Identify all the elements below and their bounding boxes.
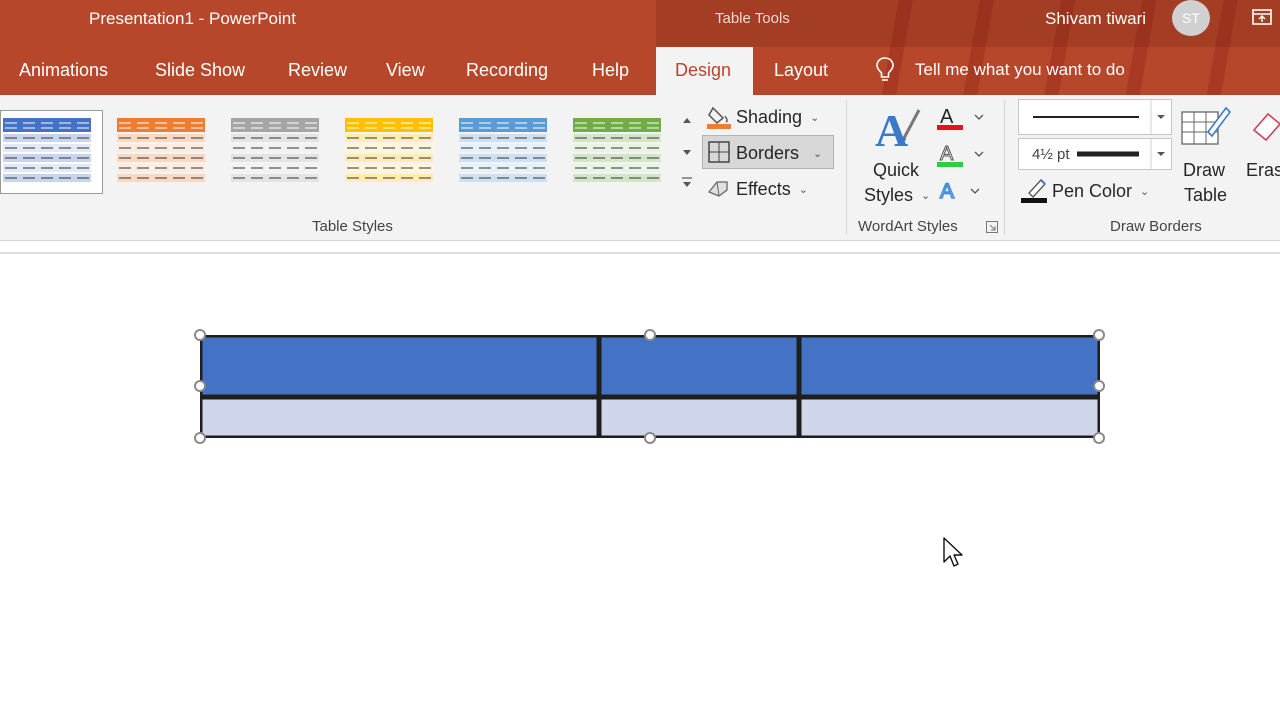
group-divider: [846, 100, 847, 235]
svg-text:A: A: [875, 105, 908, 154]
resize-handle-bottom-left[interactable]: [194, 432, 206, 444]
document-title: Presentation1 - PowerPoint: [89, 9, 296, 28]
tab-view[interactable]: View: [386, 60, 425, 82]
shading-button[interactable]: Shading ⌄: [736, 107, 819, 128]
table-style-gallery[interactable]: [0, 110, 680, 192]
pen-color-icon: [1021, 177, 1049, 203]
chevron-down-icon: ⌄: [798, 184, 808, 196]
chevron-down-icon: ⌄: [921, 190, 931, 202]
draw-table-button-second-line[interactable]: Table: [1184, 185, 1227, 206]
chevron-down-icon: ⌄: [813, 148, 823, 160]
user-name[interactable]: Shivam tiwari: [1045, 9, 1146, 29]
resize-handle-right[interactable]: [1093, 380, 1105, 392]
draw-table-button[interactable]: Draw: [1183, 160, 1225, 181]
draw-borders-group-label: Draw Borders: [1110, 218, 1202, 235]
effects-button[interactable]: Effects ⌄: [736, 179, 808, 200]
quick-styles-button-second-line[interactable]: Styles ⌄: [864, 185, 930, 206]
tell-me-search[interactable]: Tell me what you want to do: [915, 60, 1125, 82]
wordart-styles-group-label: WordArt Styles: [858, 218, 958, 235]
resize-handle-top-left[interactable]: [194, 329, 206, 341]
gallery-scroll[interactable]: [676, 104, 698, 198]
quick-styles-icon: A: [873, 102, 923, 156]
tab-design[interactable]: Design: [675, 60, 731, 82]
pen-color-label: Pen Color: [1052, 181, 1133, 201]
table-style-thumb[interactable]: [3, 118, 91, 182]
group-divider: [1004, 100, 1005, 235]
pen-color-button[interactable]: Pen Color ⌄: [1052, 181, 1149, 202]
mouse-cursor-icon: [943, 537, 965, 569]
chevron-down-icon: ⌄: [1140, 186, 1150, 198]
avatar[interactable]: ST: [1172, 0, 1210, 36]
shading-label: Shading: [736, 107, 803, 127]
resize-handle-top[interactable]: [644, 329, 656, 341]
dialog-launcher-icon[interactable]: [986, 220, 998, 233]
borders-button[interactable]: Borders ⌄: [736, 143, 822, 164]
quick-styles-button[interactable]: Quick: [873, 160, 919, 181]
effects-label: Effects: [736, 179, 791, 199]
slide-table[interactable]: [199, 334, 1101, 439]
table-style-thumb[interactable]: [345, 118, 433, 182]
effects-icon: [707, 178, 731, 200]
ribbon-display-icon[interactable]: [1252, 8, 1272, 26]
pen-weight-dropdown[interactable]: 4½ pt: [1018, 138, 1172, 170]
draw-table-icon: [1180, 102, 1232, 148]
tab-layout[interactable]: Layout: [774, 60, 828, 82]
table-style-thumb[interactable]: [231, 118, 319, 182]
svg-text:A: A: [940, 180, 954, 203]
resize-handle-bottom[interactable]: [644, 432, 656, 444]
borders-label: Borders: [736, 143, 800, 163]
svg-text:A: A: [940, 143, 954, 165]
lightbulb-icon: [875, 56, 895, 84]
shading-icon: [707, 104, 731, 130]
eraser-icon: [1250, 110, 1280, 146]
text-effects-button[interactable]: A: [937, 178, 989, 204]
tab-slide-show[interactable]: Slide Show: [155, 60, 245, 82]
table-style-thumb[interactable]: [117, 118, 205, 182]
table-style-thumb[interactable]: [573, 118, 661, 182]
context-title: Table Tools: [715, 10, 790, 27]
pen-style-dropdown[interactable]: [1018, 99, 1172, 135]
table-style-thumb[interactable]: [459, 118, 547, 182]
resize-handle-top-right[interactable]: [1093, 329, 1105, 341]
text-fill-button[interactable]: A: [937, 105, 989, 131]
borders-icon: [708, 141, 730, 163]
tab-help[interactable]: Help: [592, 60, 629, 82]
tab-recording[interactable]: Recording: [466, 60, 548, 82]
text-outline-button[interactable]: A: [937, 142, 989, 168]
resize-handle-bottom-right[interactable]: [1093, 432, 1105, 444]
tab-review[interactable]: Review: [288, 60, 347, 82]
resize-handle-left[interactable]: [194, 380, 206, 392]
svg-text:A: A: [940, 106, 954, 128]
chevron-down-icon: ⌄: [810, 112, 820, 124]
styles-label: Styles: [864, 185, 914, 205]
table-styles-group-label: Table Styles: [312, 218, 393, 235]
slide-top-edge: [0, 252, 1280, 254]
eraser-button[interactable]: Eras: [1246, 160, 1280, 181]
tab-animations[interactable]: Animations: [19, 60, 108, 82]
